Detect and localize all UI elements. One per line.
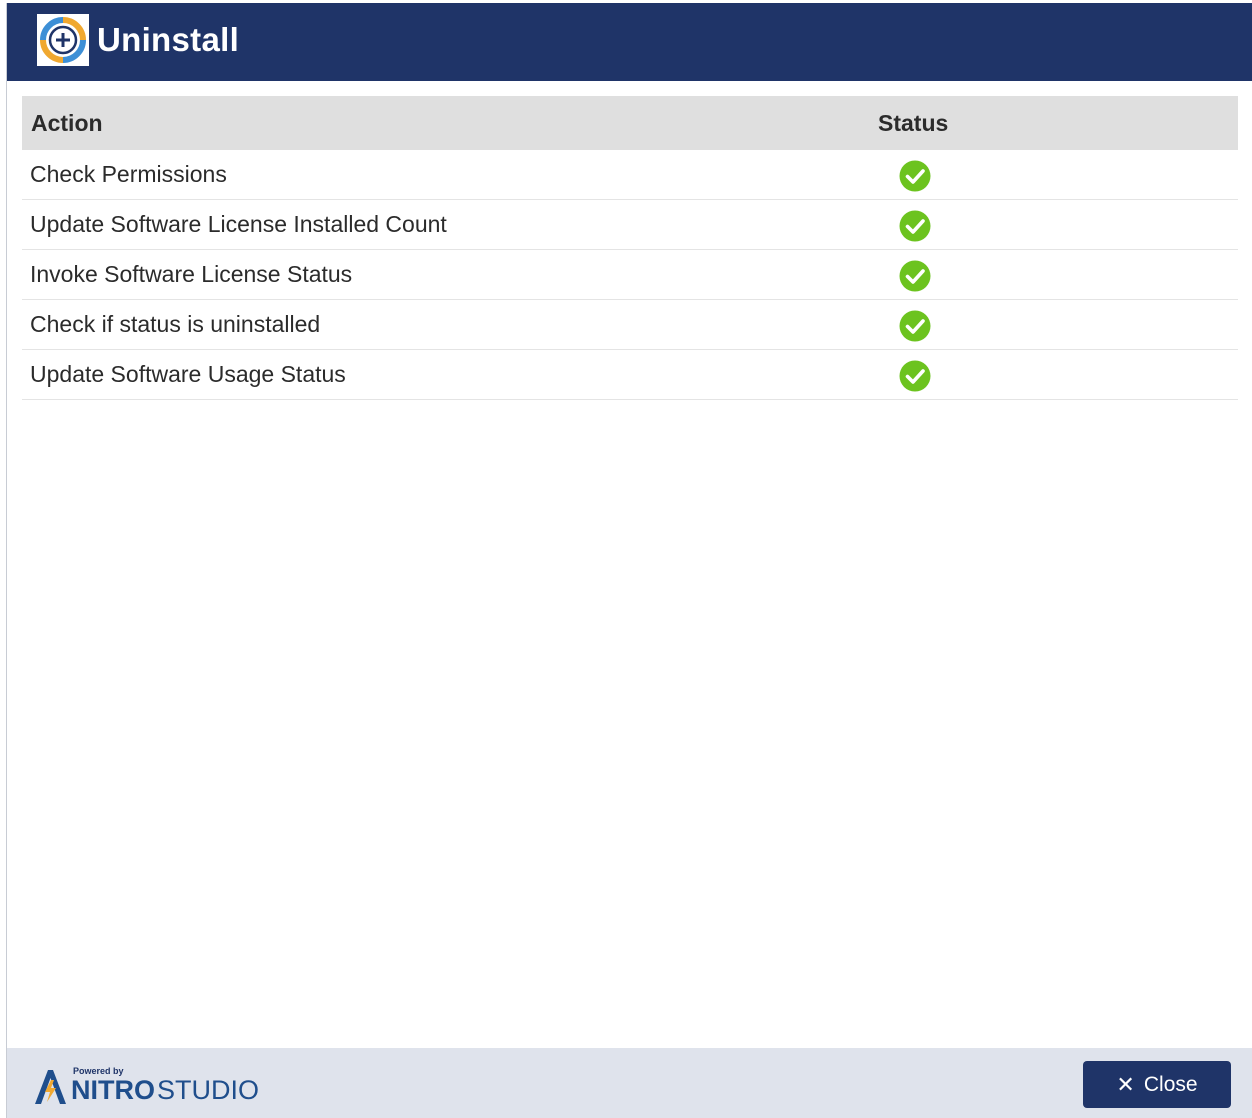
action-cell: Update Software License Installed Count bbox=[30, 211, 447, 237]
table-row: Check if status is uninstalled bbox=[22, 300, 1238, 350]
success-check-icon bbox=[899, 160, 931, 192]
nitro-logo-icon bbox=[31, 1066, 69, 1106]
brand-name-regular: STUDIO bbox=[157, 1075, 260, 1105]
table-row: Check Permissions bbox=[22, 150, 1238, 200]
close-icon: ✕ bbox=[1116, 1071, 1135, 1097]
action-cell: Update Software Usage Status bbox=[30, 361, 346, 387]
success-check-icon bbox=[899, 310, 931, 342]
dialog-footer: Powered by NITROSTUDIO ✕ Close bbox=[7, 1048, 1252, 1118]
action-cell: Check Permissions bbox=[30, 161, 227, 187]
success-check-icon bbox=[899, 360, 931, 392]
uninstall-dialog: Uninstall Action Status Check Permission… bbox=[6, 3, 1252, 1118]
column-header-action: Action bbox=[31, 110, 103, 136]
title-bar: Uninstall bbox=[7, 3, 1252, 81]
uninstall-app-icon bbox=[37, 14, 89, 66]
brand-name: NITROSTUDIO bbox=[71, 1075, 259, 1106]
action-cell: Check if status is uninstalled bbox=[30, 311, 321, 337]
dialog-title: Uninstall bbox=[97, 21, 240, 58]
brand-name-bold: NITRO bbox=[71, 1075, 155, 1105]
close-button-label: Close bbox=[1143, 1072, 1198, 1096]
table-header: Action Status bbox=[22, 96, 1238, 150]
nitro-studio-logo: Powered by NITROSTUDIO bbox=[31, 1064, 261, 1108]
table-row: Update Software License Installed Count bbox=[22, 200, 1238, 250]
actions-table: Action Status Check Permissions Update S… bbox=[22, 96, 1238, 400]
success-check-icon bbox=[899, 260, 931, 292]
column-header-status: Status bbox=[878, 110, 949, 136]
success-check-icon bbox=[899, 210, 931, 242]
action-cell: Invoke Software License Status bbox=[30, 261, 353, 287]
table-row: Update Software Usage Status bbox=[22, 350, 1238, 400]
table-row: Invoke Software License Status bbox=[22, 250, 1238, 300]
close-button[interactable]: ✕ Close bbox=[1083, 1061, 1231, 1108]
